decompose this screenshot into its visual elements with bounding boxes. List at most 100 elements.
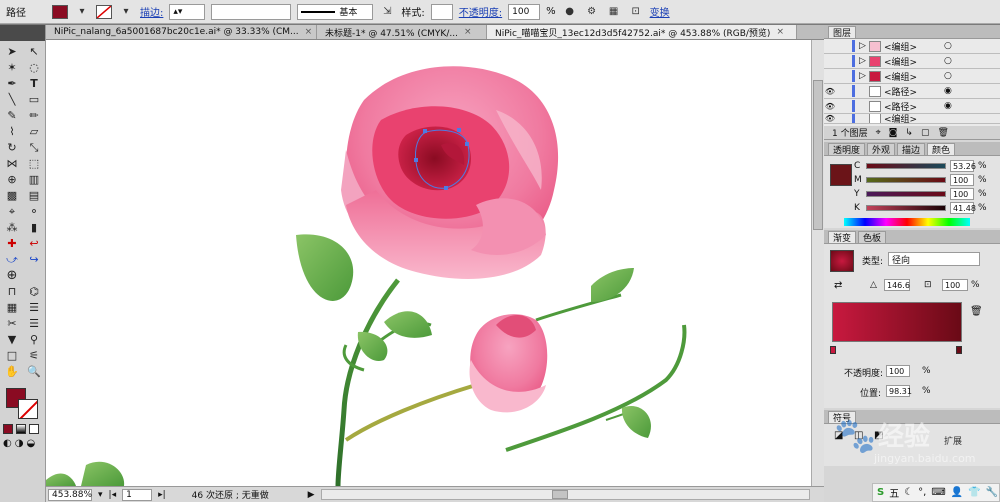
color-spectrum[interactable] [844,218,970,226]
eyedropper-tool-icon[interactable]: ⌖ [2,204,22,219]
expand-arrow-icon[interactable]: ▷ [859,56,869,66]
knife-tool-icon[interactable]: ☰ [24,316,44,331]
gradient-type-dropdown[interactable]: 径向 [888,252,980,266]
recolor-icon[interactable]: ● [562,4,578,20]
target-icon[interactable]: ◉ [944,101,952,111]
align-stroke-icon[interactable]: ⇲ [379,4,395,20]
user-icon[interactable]: 👤 [951,487,963,498]
line-tool-icon[interactable]: ╲ [2,92,22,107]
stroke-link[interactable]: 描边: [140,4,163,19]
curve-blue-icon[interactable]: ↪ [24,252,44,267]
first-page-icon[interactable]: |◂ [109,490,117,500]
rectangle-outline-icon[interactable]: □ [2,348,22,363]
opacity-link[interactable]: 不透明度: [459,4,502,19]
new-layer-icon[interactable]: ▢ [921,128,930,138]
stop-position-input[interactable]: 98.31 [886,385,912,397]
color-mode-icon[interactable] [3,424,13,434]
target-icon[interactable]: ○ [944,71,952,81]
chevron-down-icon[interactable]: ▾ [118,4,134,20]
measure-tool-icon[interactable]: ⚟ [24,348,44,363]
tab-document-1[interactable]: NiPic_nalang_6a5001687bc20c1e.ai* @ 33.3… [46,25,317,39]
zoom-tool-icon[interactable]: 🔍 [24,364,44,379]
target-icon[interactable]: ○ [944,56,952,66]
eye-icon[interactable]: 👁 [824,114,836,123]
none-mode-icon[interactable] [29,424,39,434]
perspective-grid-tool-icon[interactable]: ▥ [24,172,44,187]
angle-icon[interactable]: △ [870,280,877,290]
layer-row[interactable]: 👁 <编组> [824,114,1000,124]
curve-red-icon[interactable]: ↩ [24,236,44,251]
yellow-slider[interactable]: Y 100% [824,187,1000,201]
page-input[interactable]: 1 [122,488,153,501]
type-tool-icon[interactable]: T [24,76,44,91]
variable-width-dropdown[interactable] [211,3,292,20]
target-icon[interactable]: ◉ [944,86,952,96]
pencil-tool-icon[interactable]: ✏ [24,108,44,123]
width-tool-icon[interactable]: ⋈ [2,156,22,171]
wrench-icon[interactable]: 🔧 [986,487,998,498]
tab-layers[interactable]: 图层 [828,26,857,39]
sogou-icon[interactable]: S [877,487,884,498]
tab-swatches[interactable]: 色板 [858,231,887,244]
gradient-ramp[interactable] [832,302,962,342]
black-slider[interactable]: K 41.48% [824,201,1000,215]
layer-row[interactable]: ▷ <编组> ○ [824,39,1000,54]
magic-wand-tool-icon[interactable]: ✶ [2,60,22,75]
gradient-stop-end[interactable] [956,346,962,354]
tab-gradient[interactable]: 渐变 [828,231,857,244]
locate-object-icon[interactable]: ⌖ [876,128,881,138]
eraser-tool-icon[interactable]: ▱ [24,124,44,139]
document-setup-icon[interactable]: ⚙ [584,4,600,20]
tab-color[interactable]: 颜色 [927,143,956,156]
new-sublayer-icon[interactable]: ↳ [905,128,913,138]
close-icon[interactable]: × [776,27,784,37]
zoom-dropdown[interactable]: 453.88% [48,488,92,501]
scroll-thumb[interactable] [551,490,568,499]
chevron-down-icon[interactable]: ▾ [74,4,90,20]
fill-stroke-widget[interactable] [2,386,43,420]
target-icon[interactable]: ○ [944,41,952,51]
rectangle-tool-icon[interactable]: ▭ [24,92,44,107]
transform-link[interactable]: 变换 [650,4,670,19]
trash-icon[interactable]: 🗑 [970,306,983,317]
close-icon[interactable]: × [464,27,472,37]
warp-tool-icon[interactable]: ☰ [24,300,44,315]
draw-inside-icon[interactable]: ◒ [26,438,35,449]
hand-tool-icon[interactable]: ✋ [2,364,22,379]
close-icon[interactable]: × [305,27,313,37]
align-icon[interactable]: ▦ [606,4,622,20]
chevron-down-icon[interactable]: ▾ [98,490,103,500]
direct-selection-tool-icon[interactable]: ↖ [24,44,44,59]
status-menu-icon[interactable]: ▶ [308,490,315,500]
stroke-swatch[interactable] [96,4,112,19]
stroke-style-dropdown[interactable]: 基本 [297,3,374,20]
symbol-sprayer-tool-icon[interactable]: ⁂ [2,220,22,235]
stroke-weight-input[interactable]: ▴▾ [169,3,206,20]
tools-panel-grip[interactable] [0,25,45,41]
expand-arrow-icon[interactable]: ▷ [859,41,869,51]
lasso-tool-icon[interactable]: ◌ [24,60,44,75]
scissors-tool-icon[interactable]: ✂ [2,316,22,331]
angle-input[interactable]: 146.6 [884,279,910,291]
tab-document-3[interactable]: NiPic_喵喵宝贝_13ec12d3d5f42752.ai* @ 453.88… [487,25,797,39]
ime-mode[interactable]: 五 [889,485,899,500]
layer-row[interactable]: ▷ <编组> ○ [824,54,1000,69]
rotate-tool-icon[interactable]: ↻ [2,140,22,155]
layer-row[interactable]: 👁 <路径> ◉ [824,99,1000,114]
gradient-tool-icon[interactable]: ▤ [24,188,44,203]
horizontal-scrollbar[interactable] [320,489,810,500]
vertical-scrollbar[interactable] [811,40,824,486]
anchor-blue-icon[interactable]: ⤻ [2,252,22,267]
next-page-icon[interactable]: ▸| [158,490,166,500]
delete-layer-icon[interactable]: 🗑 [937,128,948,138]
slice-tool-icon[interactable]: ⌬ [24,284,44,299]
draw-behind-icon[interactable]: ◑ [15,438,24,449]
tab-stroke[interactable]: 描边 [897,143,926,156]
pathfinder-icon[interactable]: ⊕ [2,268,22,283]
punct-icon[interactable]: °, [918,487,926,498]
stroke-color-box[interactable] [18,399,38,419]
paint-bucket-tool-icon[interactable]: ▼ [2,332,22,347]
scroll-thumb[interactable] [813,80,823,230]
layer-row[interactable]: ▷ <编组> ○ [824,69,1000,84]
expand-arrow-icon[interactable]: ▷ [859,71,869,81]
